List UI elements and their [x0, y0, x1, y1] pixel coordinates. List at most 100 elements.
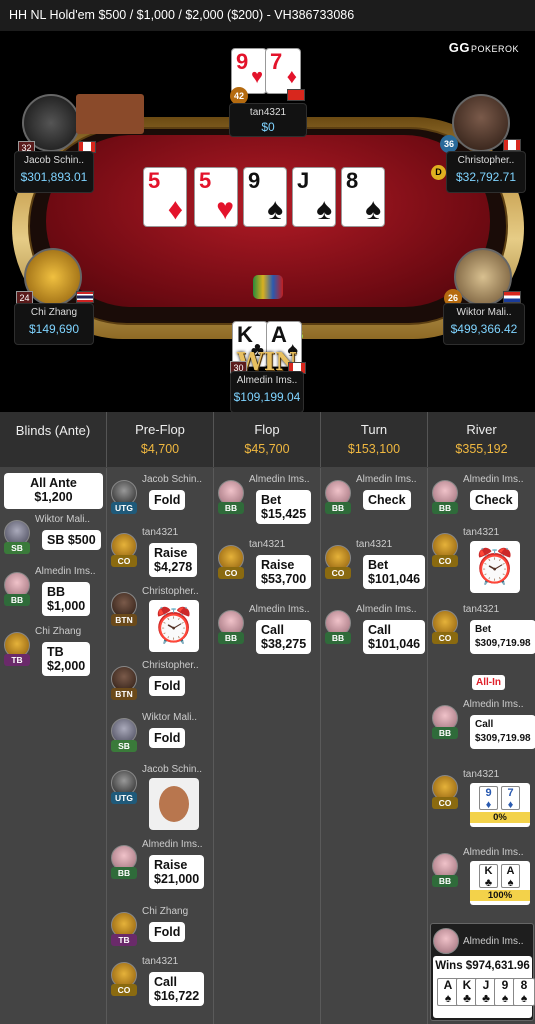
player-plate-top[interactable]: tan4321 $0	[229, 103, 307, 137]
action-amount: $2,000	[47, 659, 86, 673]
card-rank: 5	[148, 168, 161, 193]
position-badge: CO	[432, 555, 458, 567]
action-bubble: Fold	[149, 676, 186, 696]
card-rank: 7	[270, 49, 283, 74]
position-badge: BB	[325, 632, 351, 644]
action-label: Check	[368, 493, 406, 507]
action-label: Call	[261, 623, 284, 637]
action-player-name: Almedin Ims..	[463, 474, 524, 485]
player-stack: $499,366.42	[450, 322, 518, 336]
card-rank: A	[271, 322, 287, 347]
action-bubble: Raise $53,700	[256, 555, 312, 589]
position-badge: CO	[218, 567, 244, 579]
action-player-name: Christopher..	[142, 660, 199, 671]
action-bubble: Fold	[149, 922, 186, 942]
action-bubble: BB $1,000	[42, 582, 91, 616]
card-rank: 8	[346, 168, 359, 193]
action-amount: $38,275	[261, 637, 307, 651]
col-title: Blinds (Ante)	[15, 423, 91, 438]
card-rank: 5	[199, 168, 212, 193]
action-player-name: tan4321	[463, 769, 500, 780]
action-player-name: Almedin Ims..	[35, 566, 96, 577]
action-label: Bet	[475, 624, 492, 635]
avatar-christopher[interactable]	[452, 94, 510, 152]
board-card: 5 ♥	[194, 167, 238, 227]
position-badge: BB	[218, 632, 244, 644]
position-badge: BB	[325, 502, 351, 514]
action-label: Check	[475, 493, 513, 507]
action-bubble: Bet $101,046	[363, 555, 426, 589]
col-header-preflop: Pre-Flop $4,700	[107, 412, 214, 467]
action-player-name: Chi Zhang	[35, 626, 82, 637]
action-player-name: tan4321	[463, 527, 500, 538]
all-ante-amount: $1,200	[34, 490, 73, 504]
all-ante-box: All Ante $1,200	[4, 473, 103, 509]
action-label: SB $500	[47, 533, 96, 547]
action-bubble: Fold	[149, 728, 186, 748]
action-amount: $53,700	[261, 572, 307, 586]
action-label: Call	[475, 719, 494, 730]
equity-percent: 100%	[470, 890, 530, 901]
flag-icon	[503, 139, 521, 151]
action-bubble: Bet $309,719.98	[470, 620, 535, 654]
player-plate-wiktor[interactable]: Wiktor Mali.. $499,366.42	[443, 303, 525, 345]
action-player-name: Chi Zhang	[142, 906, 189, 917]
action-label: TB	[47, 645, 64, 659]
small-card: K ♣	[479, 864, 498, 889]
action-label: Raise	[261, 558, 295, 572]
action-bubble: Fold	[149, 490, 186, 510]
col-title: River	[466, 422, 497, 437]
all-ante-label: All Ante	[30, 476, 77, 490]
action-label: Fold	[154, 731, 181, 745]
app-root: { "title": "HH NL Hold'em $500 / $1,000 …	[0, 0, 535, 1024]
col-header-turn: Turn $153,100	[321, 412, 428, 467]
action-amount: $309,719.98	[475, 733, 531, 744]
col-pot: $4,700	[140, 442, 180, 456]
position-badge: CO	[111, 555, 137, 567]
player-plate-almedin[interactable]: Almedin Ims.. $109,199.04	[230, 371, 304, 413]
position-badge: BB	[432, 727, 458, 739]
action-player-name: tan4321	[142, 956, 179, 967]
face-icon	[159, 786, 189, 822]
action-bubble: Call $38,275	[256, 620, 312, 654]
flag-icon	[503, 291, 521, 303]
action-player-name: tan4321	[356, 539, 393, 550]
action-label: Call	[368, 623, 391, 637]
position-badge: BTN	[111, 614, 137, 626]
player-name: Wiktor Mali..	[456, 307, 512, 318]
flag-icon	[287, 89, 305, 101]
action-label: Fold	[154, 493, 181, 507]
player-plate-jacob[interactable]: Jacob Schin.. $301,893.01	[14, 151, 94, 193]
heart-suit-icon: ♥	[251, 66, 263, 88]
action-label: Fold	[154, 679, 181, 693]
action-player-name: Wiktor Mali..	[35, 514, 90, 525]
small-card: 9 ♦	[479, 786, 498, 811]
player-plate-christopher[interactable]: Christopher.. $32,792.71	[446, 151, 526, 193]
position-badge: BB	[4, 594, 30, 606]
action-player-name: Almedin Ims..	[463, 847, 524, 858]
col-title: Pre-Flop	[135, 422, 185, 437]
winner-name: Almedin Ims..	[463, 936, 524, 947]
action-amount: $101,046	[368, 572, 421, 586]
col-pot: $355,192	[455, 442, 508, 456]
logo-sub: POKEROK	[470, 44, 519, 54]
show-cards-box: 9 ♦ 7 ♦ 0%	[470, 783, 530, 827]
card-suit-icon: ♣	[482, 991, 490, 1005]
board-card: J ♠	[292, 167, 336, 227]
player-plate-chi[interactable]: Chi Zhang $149,690	[14, 303, 94, 345]
card-suit-icon: ♦	[167, 193, 183, 226]
position-badge: BB	[111, 867, 137, 879]
action-bubble: Raise $4,278	[149, 543, 198, 577]
action-label: Bet	[368, 558, 389, 572]
card-rank: J	[297, 168, 310, 193]
action-player-name: Almedin Ims..	[356, 474, 417, 485]
player-stack: $0	[261, 120, 275, 134]
action-player-name: Almedin Ims..	[249, 474, 310, 485]
action-bubble: Call $16,722	[149, 972, 205, 1006]
position-badge: UTG	[111, 792, 137, 804]
action-player-name: tan4321	[142, 527, 179, 538]
action-player-name: Jacob Schin..	[142, 474, 203, 485]
position-badge: CO	[432, 797, 458, 809]
action-player-name: Christopher..	[142, 586, 199, 597]
poker-table-view: GGPOKEROK 9 ♥ 7 ♦ 42 tan4321 $0 32 Jacob S…	[0, 31, 535, 413]
